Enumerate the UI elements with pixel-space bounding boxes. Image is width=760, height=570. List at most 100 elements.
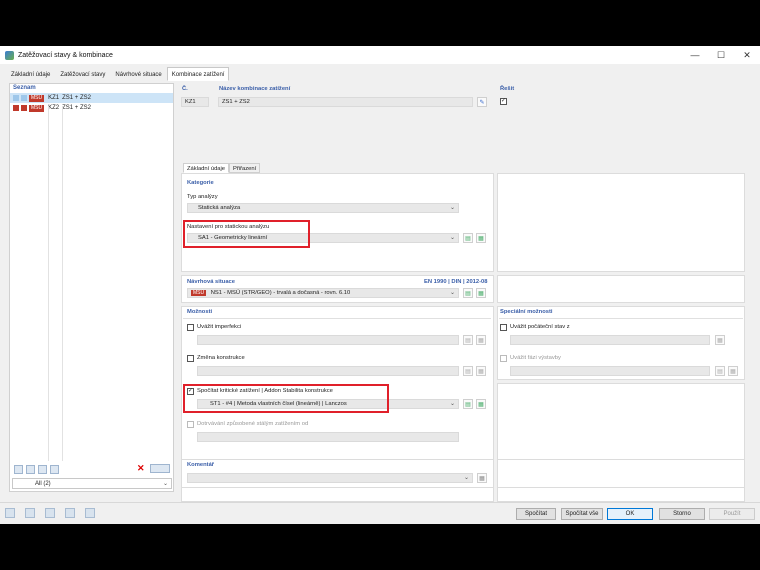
uls-badge: MSÚ: [29, 94, 45, 102]
column-divider: [48, 106, 49, 461]
initial-state-checkbox[interactable]: [500, 324, 507, 331]
tab-basic-data[interactable]: Základní údaje: [183, 163, 230, 173]
construction-stage-field: [510, 366, 710, 376]
highlight-box: [183, 384, 389, 413]
edit-situation-icon[interactable]: ▦: [476, 288, 486, 298]
list-item-id: KZ2: [48, 105, 60, 111]
uls-badge: MSÚ: [191, 290, 207, 296]
divider: [183, 318, 491, 319]
imperfection-field: [197, 335, 459, 345]
export-icon[interactable]: [85, 508, 95, 518]
structure-change-field: [197, 366, 459, 376]
ok-button[interactable]: OK: [607, 508, 653, 520]
copy-item-icon[interactable]: [26, 465, 35, 474]
edit-imperfection-icon[interactable]: ▦: [476, 335, 486, 345]
cancel-button[interactable]: Storno: [659, 508, 705, 520]
situace-header: Návrhová situace: [187, 279, 236, 285]
comment-header: Komentář: [187, 462, 215, 468]
edit-setting-icon[interactable]: ▦: [476, 233, 486, 243]
list-item-name: ZS1 + ZS2: [62, 95, 91, 101]
kategorie-side-panel: [497, 173, 745, 272]
typ-label: Typ analýzy: [187, 194, 218, 200]
highlight-box: [183, 220, 310, 248]
new-setting-icon[interactable]: ▤: [463, 233, 473, 243]
check-item-icon[interactable]: [38, 465, 47, 474]
filter-value: All (2): [35, 481, 51, 487]
tab-zakladni-udaje[interactable]: Základní údaje: [6, 67, 55, 81]
chevron-down-icon: ⌄: [449, 401, 455, 407]
header-area: [181, 83, 493, 157]
comment-input[interactable]: ⌄: [187, 473, 473, 483]
color-swatch: [21, 95, 27, 101]
chevron-down-icon: ⌄: [449, 235, 455, 241]
list-item-name: ZS1 + ZS2: [62, 105, 91, 111]
calculate-all-button[interactable]: Spočítat vše: [561, 508, 603, 520]
tab-navrhove-situace[interactable]: Návrhové situace: [110, 67, 166, 81]
maximize-button[interactable]: ☐: [708, 46, 734, 64]
chevron-down-icon: ⌄: [449, 205, 455, 211]
uls-badge: MSÚ: [29, 104, 45, 112]
tab-assignment[interactable]: Přiřazení: [229, 163, 261, 173]
edit-stage-icon[interactable]: ▦: [728, 366, 738, 376]
design-situation-select[interactable]: MSÚ NS1 - MSÚ (STR/GEO) - trvalá a dočas…: [187, 288, 459, 298]
new-situation-icon[interactable]: ▤: [463, 288, 473, 298]
color-swatch: [21, 105, 27, 111]
search-icon[interactable]: [5, 508, 15, 518]
initial-state-field: [510, 335, 710, 345]
color-swatch: [13, 95, 19, 101]
number-label: Č.: [182, 86, 188, 92]
list-item[interactable]: MSÚ KZ2 ZS1 + ZS2: [10, 103, 173, 113]
table-icon[interactable]: [45, 508, 55, 518]
app-icon: [5, 50, 14, 60]
comment-library-icon[interactable]: ▦: [477, 473, 487, 483]
bottom-toolbar: [5, 508, 95, 518]
title-bar: Zatěžovací stavy & kombinace — ☐ ✕: [0, 46, 760, 64]
list-item[interactable]: MSÚ KZ1 ZS1 + ZS2: [10, 93, 173, 103]
new-imperfection-icon[interactable]: ▤: [463, 335, 473, 345]
minimize-button[interactable]: —: [682, 46, 708, 64]
chevron-down-icon: ⌄: [162, 481, 168, 487]
bottom-bar: Spočítat Spočítat vše OK Storno Použít: [0, 502, 760, 524]
edit-initial-state-icon[interactable]: ▦: [715, 335, 725, 345]
new-stability-icon[interactable]: ▤: [463, 399, 473, 409]
name-label: Název kombinace zatížení: [219, 86, 291, 92]
moznosti-header: Možnosti: [187, 309, 213, 315]
column-divider: [62, 106, 63, 461]
divider: [499, 318, 743, 319]
formula-icon[interactable]: [65, 508, 75, 518]
new-stage-icon[interactable]: ▤: [715, 366, 725, 376]
structure-change-checkbox[interactable]: [187, 355, 194, 362]
list-header: Seznam: [13, 85, 36, 91]
creep-field: [197, 432, 459, 442]
comment-side-panel: [497, 459, 745, 488]
sub-tabs: Základní údaje Přiřazení: [183, 163, 261, 173]
tab-zatezovaci-stavy[interactable]: Zatěžovací stavy: [55, 67, 110, 81]
imperfection-checkbox[interactable]: [187, 324, 194, 331]
more-options-icon[interactable]: [150, 464, 170, 473]
calculate-button[interactable]: Spočítat: [516, 508, 556, 520]
close-button[interactable]: ✕: [734, 46, 760, 64]
renumber-icon[interactable]: [50, 465, 59, 474]
edit-name-icon[interactable]: ✎: [477, 97, 487, 107]
name-field[interactable]: ZS1 + ZS2: [218, 97, 473, 107]
new-modification-icon[interactable]: ▤: [463, 366, 473, 376]
special-header: Speciální možnosti: [500, 309, 553, 315]
main-tabs: Základní údaje Zatěžovací stavy Návrhové…: [6, 67, 230, 81]
edit-modification-icon[interactable]: ▦: [476, 366, 486, 376]
window-title: Zatěžovací stavy & kombinace: [18, 51, 113, 59]
tab-kombinace-zatizeni[interactable]: Kombinace zatížení: [166, 67, 230, 81]
list-filter[interactable]: All (2) ⌄: [12, 478, 172, 489]
creep-checkbox[interactable]: [187, 421, 194, 428]
solve-checkbox[interactable]: ✓: [500, 98, 507, 105]
units-icon[interactable]: [25, 508, 35, 518]
list-item-id: KZ1: [48, 95, 60, 101]
edit-stability-icon[interactable]: ▦: [476, 399, 486, 409]
color-swatch: [13, 105, 19, 111]
new-item-icon[interactable]: [14, 465, 23, 474]
apply-button[interactable]: Použít: [709, 508, 755, 520]
construction-stage-checkbox[interactable]: [500, 355, 507, 362]
delete-icon[interactable]: ✕: [137, 463, 145, 474]
analysis-type-select[interactable]: Statická analýza ⌄: [187, 203, 459, 213]
number-field[interactable]: KZ1: [181, 97, 209, 107]
creep-label: Dotrvávání způsobené stálým zatížením od: [197, 421, 309, 427]
